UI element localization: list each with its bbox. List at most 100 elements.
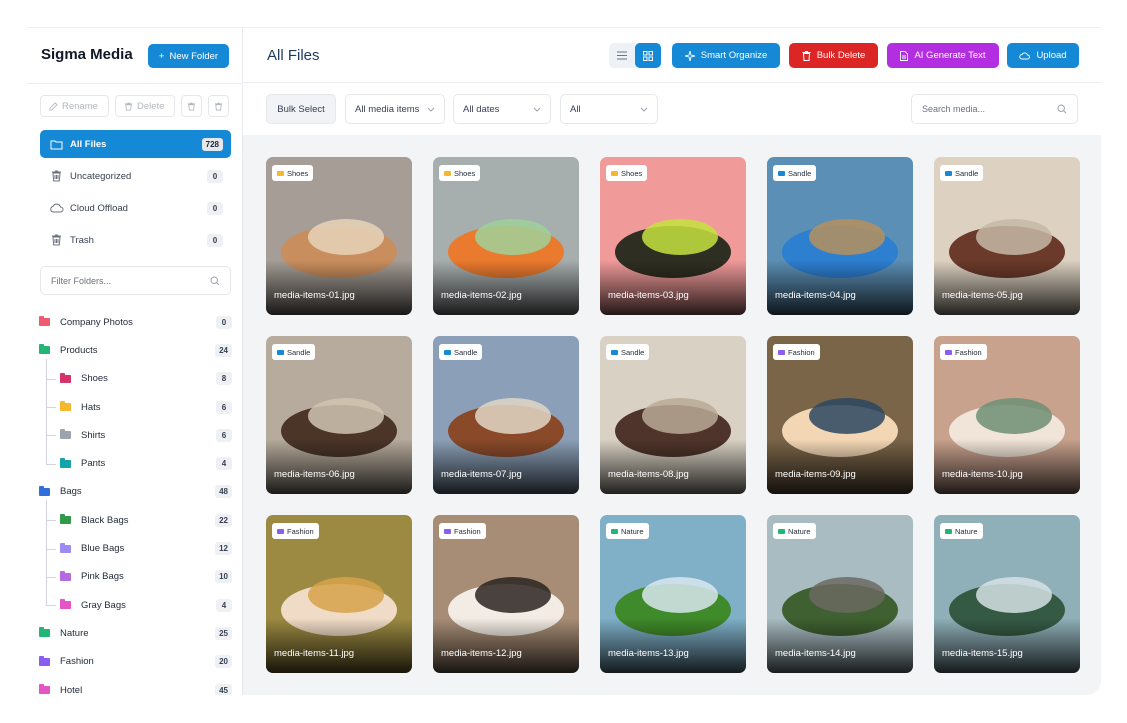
folder-icon <box>60 514 71 525</box>
folder-item[interactable]: Shoes 8 <box>39 365 232 393</box>
folder-icon <box>945 170 952 176</box>
media-card[interactable]: Fashion media-items-09.jpg <box>767 336 913 494</box>
folder-icon <box>60 570 71 581</box>
folder-icon <box>778 349 785 355</box>
media-card[interactable]: Nature media-items-15.jpg <box>934 515 1080 673</box>
folder-label: Shoes <box>81 373 108 385</box>
folder-label: Pink Bags <box>81 571 124 583</box>
folder-icon <box>39 655 50 666</box>
brand-title: Sigma Media <box>41 46 133 63</box>
media-card[interactable]: Fashion media-items-11.jpg <box>266 515 412 673</box>
folder-item[interactable]: Gray Bags 4 <box>39 591 232 619</box>
folder-actions: Rename Delete <box>40 95 229 117</box>
trash-icon <box>214 101 223 111</box>
nav-item-trash[interactable]: Trash 0 <box>40 226 231 254</box>
file-name: media-items-09.jpg <box>775 469 856 480</box>
folder-label: Pants <box>81 458 106 470</box>
list-icon <box>617 51 627 60</box>
folder-item[interactable]: Nature 25 <box>39 619 232 647</box>
folder-count: 48 <box>215 485 232 499</box>
nav-item-all-files[interactable]: All Files 728 <box>40 130 231 158</box>
media-type-select[interactable]: All media items <box>345 94 445 124</box>
new-folder-label: New Folder <box>169 50 219 62</box>
folder-item[interactable]: Shirts 6 <box>39 421 232 449</box>
file-name: media-items-06.jpg <box>274 469 355 480</box>
upload-button[interactable]: Upload <box>1007 43 1079 68</box>
smart-organize-button[interactable]: Smart Organize <box>672 43 780 68</box>
media-card[interactable]: Nature media-items-13.jpg <box>600 515 746 673</box>
list-view-button[interactable] <box>609 43 635 68</box>
folder-icon <box>611 349 618 355</box>
media-card[interactable]: Sandle media-items-08.jpg <box>600 336 746 494</box>
grid-view-button[interactable] <box>635 43 661 68</box>
folder-tag-label: Fashion <box>955 347 982 357</box>
file-name: media-items-04.jpg <box>775 290 856 301</box>
caption-overlay <box>266 439 412 494</box>
date-value: All dates <box>463 103 500 115</box>
grid-icon <box>643 50 653 61</box>
media-card[interactable]: Nature media-items-14.jpg <box>767 515 913 673</box>
media-card[interactable]: Shoes media-items-02.jpg <box>433 157 579 315</box>
media-card[interactable]: Sandle media-items-07.jpg <box>433 336 579 494</box>
folder-item[interactable]: Pants 4 <box>39 449 232 477</box>
bulk-select-button[interactable]: Bulk Select <box>266 94 336 124</box>
folder-item[interactable]: Pink Bags 10 <box>39 563 232 591</box>
trash-all-button[interactable] <box>208 95 229 117</box>
all-select[interactable]: All <box>560 94 658 124</box>
nav-item-cloud-offload[interactable]: Cloud Offload 0 <box>40 194 231 222</box>
folder-tag: Nature <box>606 523 649 539</box>
search-media-input[interactable]: Search media... <box>911 94 1078 124</box>
folder-item[interactable]: Company Photos 0 <box>39 308 232 336</box>
sparkle-icon <box>684 50 695 61</box>
folder-count: 6 <box>216 428 232 442</box>
file-name: media-items-11.jpg <box>274 648 355 659</box>
folder-item[interactable]: Products 24 <box>39 336 232 364</box>
rename-button[interactable]: Rename <box>40 95 109 117</box>
folder-label: Gray Bags <box>81 599 126 611</box>
folder-label: Hats <box>81 401 101 413</box>
media-card[interactable]: Fashion media-items-10.jpg <box>934 336 1080 494</box>
folder-tag-label: Shoes <box>287 168 309 178</box>
folder-tag: Sandle <box>940 165 984 181</box>
folder-label: Bags <box>60 486 82 498</box>
folder-icon <box>444 528 451 534</box>
folder-tag: Sandle <box>272 344 316 360</box>
search-placeholder: Search media... <box>922 104 986 114</box>
caption-overlay <box>266 260 412 315</box>
bulk-delete-button[interactable]: Bulk Delete <box>789 43 878 68</box>
folder-item[interactable]: Black Bags 22 <box>39 506 232 534</box>
folder-tag-label: Sandle <box>955 168 979 178</box>
folder-icon <box>60 401 71 412</box>
folder-item[interactable]: Hotel 45 <box>39 676 232 695</box>
delete-label: Delete <box>137 100 165 112</box>
folder-tag-label: Fashion <box>788 347 815 357</box>
filter-folders-input[interactable]: Filter Folders... <box>40 266 231 295</box>
folder-label: Blue Bags <box>81 543 125 555</box>
date-select[interactable]: All dates <box>453 94 551 124</box>
delete-button[interactable]: Delete <box>115 95 175 117</box>
caption-overlay <box>600 618 746 673</box>
folder-icon <box>60 429 71 440</box>
document-icon <box>900 50 909 61</box>
sidebar-divider <box>27 83 243 84</box>
folder-item[interactable]: Hats 6 <box>39 393 232 421</box>
folder-count: 25 <box>215 626 232 640</box>
trash-action-button[interactable] <box>181 95 202 117</box>
folder-item[interactable]: Fashion 20 <box>39 648 232 676</box>
filter-bar: Bulk Select All media items All dates Al… <box>243 83 1101 135</box>
ai-generate-text-button[interactable]: AI Generate Text <box>887 43 999 68</box>
media-card[interactable]: Shoes media-items-01.jpg <box>266 157 412 315</box>
nav-item-uncategorized[interactable]: Uncategorized 0 <box>40 162 231 190</box>
media-card[interactable]: Sandle media-items-06.jpg <box>266 336 412 494</box>
folder-count: 8 <box>216 372 232 386</box>
folder-item[interactable]: Blue Bags 12 <box>39 534 232 562</box>
folder-item[interactable]: Bags 48 <box>39 478 232 506</box>
cloud-icon <box>48 203 64 213</box>
media-card[interactable]: Fashion media-items-12.jpg <box>433 515 579 673</box>
media-card[interactable]: Shoes media-items-03.jpg <box>600 157 746 315</box>
file-name: media-items-10.jpg <box>942 469 1023 480</box>
folder-tag: Nature <box>940 523 983 539</box>
media-card[interactable]: Sandle media-items-04.jpg <box>767 157 913 315</box>
new-folder-button[interactable]: + New Folder <box>148 44 229 68</box>
media-card[interactable]: Sandle media-items-05.jpg <box>934 157 1080 315</box>
